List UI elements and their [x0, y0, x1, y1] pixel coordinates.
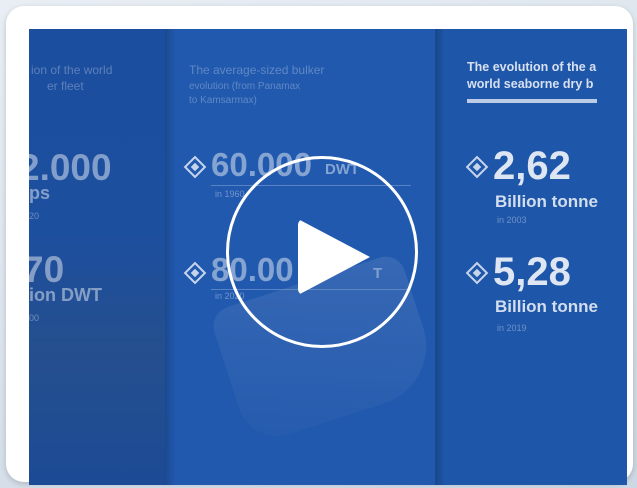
stat-value: 2,62: [493, 144, 571, 188]
column-heading-line: evolution (from Panamax: [189, 81, 301, 92]
column-divider: [435, 29, 445, 485]
stat-value: 5,28: [493, 250, 571, 294]
column-divider: [165, 29, 175, 485]
infographic-column-seaborne: The evolution of the a world seaborne dr…: [435, 29, 627, 485]
diamond-icon: [465, 155, 489, 179]
stat-year: in 1960: [215, 189, 245, 199]
column-title-line: The evolution of the a: [467, 60, 597, 74]
stat-unit: ps: [29, 183, 51, 203]
column-heading-line: ion of the world: [31, 63, 113, 77]
stat-year: 20: [29, 211, 40, 221]
stat-year: 00: [29, 313, 40, 323]
stat-year: in 2003: [497, 215, 527, 225]
stat-unit: Billion tonne: [495, 297, 598, 316]
title-underline: [467, 99, 597, 103]
video-player[interactable]: ion of the world er fleet 2.000 ps 20 70…: [29, 29, 627, 485]
diamond-icon: [183, 261, 207, 285]
column-heading-line: er fleet: [47, 79, 84, 93]
play-icon[interactable]: [298, 219, 370, 295]
column-heading-line: The average-sized bulker: [189, 63, 325, 77]
diamond-icon: [465, 261, 489, 285]
column-title-line: world seaborne dry b: [467, 77, 594, 91]
stat-unit: ion DWT: [29, 285, 102, 305]
diamond-icon: [183, 155, 207, 179]
infographic-column-fleet: ion of the world er fleet 2.000 ps 20 70…: [29, 29, 165, 485]
page-background: ion of the world er fleet 2.000 ps 20 70…: [0, 0, 637, 488]
column-heading-line: to Kamsarmax): [189, 95, 257, 106]
stat-unit: Billion tonne: [495, 192, 598, 211]
video-card: ion of the world er fleet 2.000 ps 20 70…: [6, 6, 633, 485]
stat-year: in 2019: [497, 323, 527, 333]
